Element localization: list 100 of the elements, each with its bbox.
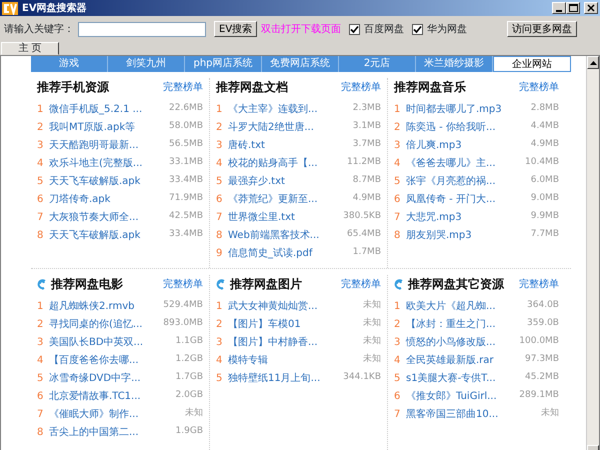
resource-link[interactable]: 北京爱情故事.TC1...: [49, 388, 157, 404]
checkbox[interactable]: [412, 24, 424, 34]
resource-link[interactable]: 校花的贴身高手【...: [228, 156, 335, 170]
nav-tab[interactable]: 2元店: [339, 56, 416, 72]
resource-link[interactable]: 世界微尘里.txt: [228, 210, 335, 224]
resource-link[interactable]: 欢乐斗地主(完整版...: [49, 156, 157, 170]
resource-link[interactable]: 寻找同桌的你(追忆...: [49, 316, 157, 332]
resource-link[interactable]: 刀塔传奇.apk: [49, 192, 157, 206]
resource-link[interactable]: 舌尖上的中国第二...: [49, 424, 157, 440]
resource-link[interactable]: 天天酷跑明哥最新...: [49, 138, 157, 152]
app-logo-icon: [2, 2, 18, 14]
resource-link[interactable]: 最强弃少.txt: [228, 174, 335, 188]
file-size: 2.8MB: [530, 102, 559, 116]
checkbox[interactable]: [349, 24, 360, 34]
file-size: 1.7GB: [174, 371, 203, 384]
full-list-link[interactable]: 完整榜单: [163, 276, 203, 292]
resource-link[interactable]: 陈奕迅 - 你给我听...: [406, 120, 513, 134]
nav-tab[interactable]: 企业网站: [493, 56, 571, 72]
more-drives-button[interactable]: 访问更多网盘: [507, 21, 578, 37]
rank-number: 5: [37, 174, 44, 188]
window-title: EV网盘搜索器: [22, 2, 87, 16]
resource-link[interactable]: 黑客帝国三部曲10...: [406, 406, 513, 422]
file-size: 4.9MB: [530, 138, 559, 152]
resource-link[interactable]: 时间都去哪儿了.mp3: [406, 102, 513, 116]
rank-number: 5: [37, 372, 44, 386]
resource-link[interactable]: 凤凰传奇 - 开门大...: [406, 192, 513, 206]
resource-link[interactable]: 斗罗大陆2绝世唐...: [228, 120, 335, 134]
keyword-label: 请输入关键字：: [4, 22, 74, 36]
resource-link[interactable]: 大灰狼节奏大师全...: [49, 210, 157, 224]
resource-link[interactable]: 微信手机版_5.2.1 ...: [49, 102, 157, 116]
resource-link[interactable]: 唐砖.txt: [228, 138, 335, 152]
resource-link[interactable]: 我叫MT原版.apk等: [49, 120, 157, 134]
resource-link[interactable]: 《催眠大师》制作...: [49, 406, 157, 422]
file-size: 6.0MB: [530, 174, 559, 188]
resource-link[interactable]: 倍儿爽.mp3: [406, 138, 513, 152]
full-list-link[interactable]: 完整榜单: [519, 276, 559, 292]
rank-number: 4: [394, 156, 402, 170]
nav-tab[interactable]: php网店系统: [185, 56, 262, 72]
rank-number: 2: [394, 318, 402, 332]
rank-number: 8: [37, 228, 44, 242]
resource-link[interactable]: 《爸爸去哪儿》主...: [406, 156, 513, 170]
file-size: 97.3MB: [524, 353, 559, 366]
file-size: 2.3MB: [352, 102, 381, 116]
rank-number: 7: [394, 408, 402, 422]
rank-number: 7: [216, 210, 224, 224]
rank-number: 6: [37, 390, 44, 404]
file-size: 未知: [362, 335, 381, 348]
resource-link[interactable]: 《大主宰》连载到...: [228, 102, 335, 116]
file-size: 42.5MB: [168, 210, 203, 224]
rank-number: 3: [216, 138, 224, 152]
file-size: 7.7MB: [530, 228, 559, 242]
file-size: 22.6MB: [168, 102, 203, 116]
rank-number: 8: [216, 228, 224, 242]
resource-link[interactable]: 《莽荒纪》更新至...: [228, 192, 335, 206]
resource-link[interactable]: 武大女神黄灿灿赏...: [228, 298, 335, 314]
keyword-field[interactable]: [78, 22, 206, 36]
resource-link[interactable]: 朋友别哭.mp3: [406, 228, 513, 242]
resource-link[interactable]: Web前端黑客技术...: [228, 228, 335, 242]
resource-link[interactable]: 天天飞车破解版.apk: [49, 174, 157, 188]
section-title: 推荐网盘电影: [51, 276, 123, 293]
maximize-button[interactable]: [566, 2, 580, 14]
nav-tab[interactable]: 免费网店系统: [262, 56, 339, 72]
resource-link[interactable]: 欧美大片《超凡蜘...: [406, 298, 513, 314]
resource-link[interactable]: 美国队长BD中英双...: [49, 334, 157, 350]
rank-number: 6: [394, 192, 402, 206]
search-button[interactable]: EV搜索: [214, 21, 258, 37]
resource-link[interactable]: 信息简史_试读.pdf: [228, 246, 335, 260]
scrollbar[interactable]: [586, 56, 599, 450]
resource-link[interactable]: 【冰封：重生之门...: [406, 316, 513, 332]
resource-link[interactable]: 模特专辑: [228, 352, 335, 368]
resource-link[interactable]: 超凡蜘蛛侠2.rmvb: [49, 298, 157, 314]
full-list-link[interactable]: 完整榜单: [163, 80, 203, 94]
full-list-link[interactable]: 完整榜单: [341, 276, 381, 292]
resource-link[interactable]: 《推女郎》TuiGirl...: [406, 388, 513, 404]
file-size: 未知: [540, 407, 559, 420]
checkbox-label: 百度网盘: [364, 22, 404, 36]
resource-link[interactable]: 独特壁纸11月上旬...: [228, 370, 335, 386]
rank-number: 5: [216, 174, 224, 188]
file-size: 344.1KB: [342, 371, 381, 384]
resource-link[interactable]: 【百度爸爸你去哪...: [49, 352, 157, 368]
tab[interactable]: 主 页: [1, 42, 59, 55]
full-list-link[interactable]: 完整榜单: [341, 80, 381, 94]
resource-link[interactable]: 愤怒的小鸟修改版...: [406, 334, 513, 350]
file-size: 11.2MB: [346, 156, 381, 170]
nav-tab[interactable]: 游戏: [31, 56, 108, 72]
full-list-link[interactable]: 完整榜单: [519, 80, 559, 94]
file-size: 1.2GB: [174, 353, 203, 366]
resource-link[interactable]: 冰雪奇缘DVD中字...: [49, 370, 157, 386]
minimize-button[interactable]: [552, 2, 566, 14]
resource-link[interactable]: s1美腿大赛-专供T...: [406, 370, 513, 386]
resource-link[interactable]: 【图片】车模01: [228, 316, 335, 332]
resource-link[interactable]: 天天飞车破解版.apk: [49, 228, 157, 242]
resource-link[interactable]: 大悲咒.mp3: [406, 210, 513, 224]
nav-tab[interactable]: 剑笑九州: [108, 56, 185, 72]
resource-link[interactable]: 全民英雄最新版.rar: [406, 352, 513, 368]
close-button[interactable]: [584, 2, 598, 14]
resource-link[interactable]: 【图片】中村静香...: [228, 334, 335, 350]
file-size: 289.1MB: [518, 389, 559, 402]
rank-number: 1: [37, 300, 44, 314]
resource-link[interactable]: 张宇《月亮惹的祸...: [406, 174, 513, 188]
